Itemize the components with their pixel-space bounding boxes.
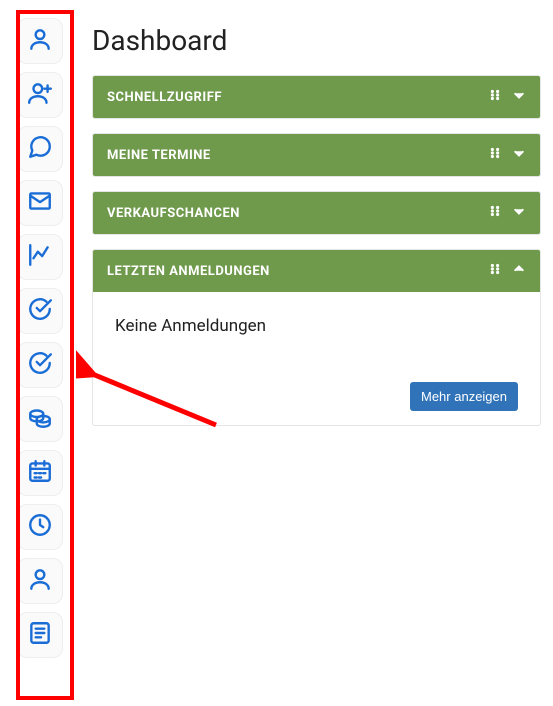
user-plus-icon	[27, 80, 53, 110]
insights-icon	[27, 242, 53, 272]
user-icon	[27, 26, 53, 56]
sidebar-item-check[interactable]	[17, 288, 63, 334]
panel-header-termine[interactable]: MEINE TERMINE	[93, 134, 540, 176]
panel-title: LETZTEN ANMELDUNGEN	[107, 264, 270, 279]
drag-handle-icon[interactable]	[488, 262, 502, 280]
chevron-down-icon[interactable]	[512, 146, 526, 164]
drag-handle-icon[interactable]	[488, 88, 502, 106]
calendar-icon	[27, 458, 53, 488]
mail-icon	[27, 188, 53, 218]
page-title: Dashboard	[92, 24, 541, 57]
sidebar-item-user[interactable]	[17, 18, 63, 64]
sidebar-item-mail[interactable]	[17, 180, 63, 226]
panel-body-anmeldungen: Keine Anmeldungen Mehr anzeigen	[93, 292, 540, 425]
sidebar-item-calendar[interactable]	[17, 450, 63, 496]
sidebar-item-clock[interactable]	[17, 504, 63, 550]
sidebar-item-note[interactable]	[17, 612, 63, 658]
panel-footer: Mehr anzeigen	[115, 382, 518, 411]
panel-anmeldungen: LETZTEN ANMELDUNGEN Keine Anmeldungen Me…	[92, 249, 541, 426]
panel-title: SCHNELLZUGRIFF	[107, 90, 222, 105]
panel-controls	[488, 88, 526, 106]
sidebar-item-check-alt[interactable]	[17, 342, 63, 388]
note-icon	[27, 620, 53, 650]
panel-title: VERKAUFSCHANCEN	[107, 206, 240, 221]
panel-schnellzugriff: SCHNELLZUGRIFF	[92, 75, 541, 119]
sidebar-item-chat[interactable]	[17, 126, 63, 172]
panel-header-anmeldungen[interactable]: LETZTEN ANMELDUNGEN	[93, 250, 540, 292]
sidebar	[0, 0, 80, 706]
panel-title: MEINE TERMINE	[107, 148, 211, 163]
drag-handle-icon[interactable]	[488, 204, 502, 222]
panel-controls	[488, 146, 526, 164]
panel-controls	[488, 262, 526, 280]
sidebar-item-user-plus[interactable]	[17, 72, 63, 118]
more-button[interactable]: Mehr anzeigen	[410, 382, 518, 411]
panel-controls	[488, 204, 526, 222]
empty-state-text: Keine Anmeldungen	[115, 316, 518, 336]
panel-header-verkaufschancen[interactable]: VERKAUFSCHANCEN	[93, 192, 540, 234]
main-content: Dashboard SCHNELLZUGRIFF MEINE TERMINE	[80, 0, 553, 706]
chevron-down-icon[interactable]	[512, 88, 526, 106]
sidebar-item-insights[interactable]	[17, 234, 63, 280]
clock-icon	[27, 512, 53, 542]
chevron-up-icon[interactable]	[512, 262, 526, 280]
coins-icon	[27, 404, 53, 434]
panel-termine: MEINE TERMINE	[92, 133, 541, 177]
sidebar-item-profile[interactable]	[17, 558, 63, 604]
chat-icon	[27, 134, 53, 164]
chevron-down-icon[interactable]	[512, 204, 526, 222]
check-circle-alt-icon	[27, 350, 53, 380]
panel-header-schnellzugriff[interactable]: SCHNELLZUGRIFF	[93, 76, 540, 118]
panel-verkaufschancen: VERKAUFSCHANCEN	[92, 191, 541, 235]
drag-handle-icon[interactable]	[488, 146, 502, 164]
profile-icon	[27, 566, 53, 596]
check-circle-icon	[27, 296, 53, 326]
sidebar-item-coins[interactable]	[17, 396, 63, 442]
